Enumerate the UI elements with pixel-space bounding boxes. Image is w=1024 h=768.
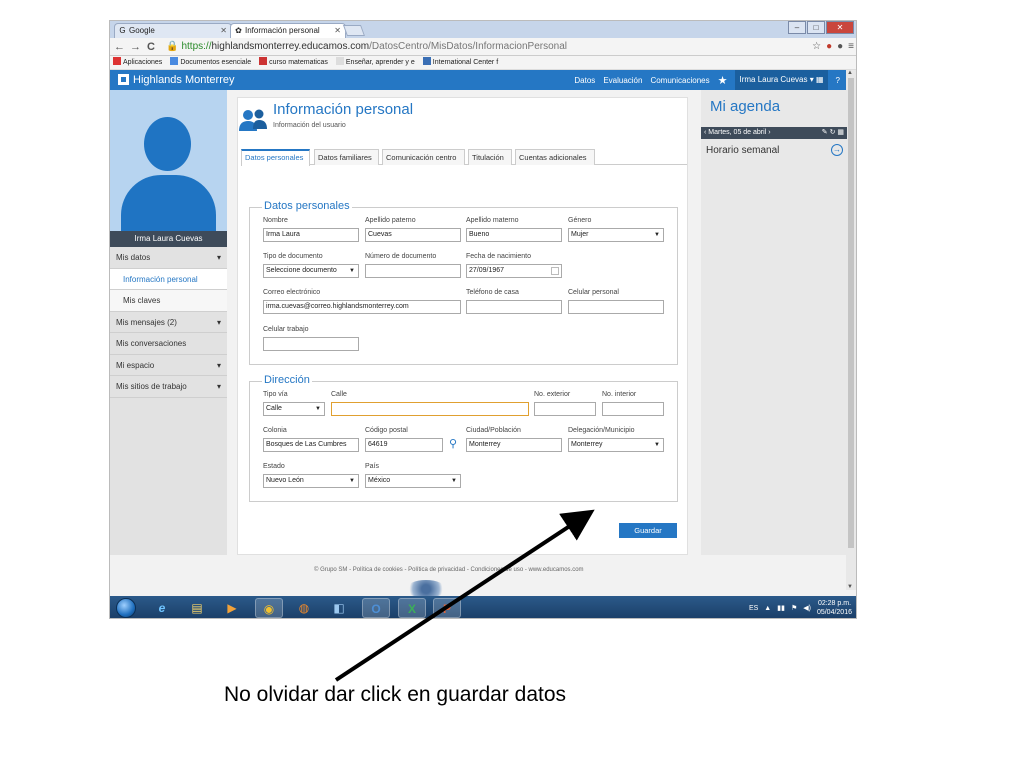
- arrow-line: [334, 509, 595, 682]
- annotation-caption: No olvidar dar click en guardar datos: [224, 683, 567, 706]
- annotation-arrow: [334, 509, 595, 682]
- slide: G Google ✕ ✿ Información personal ✕ – □ …: [0, 0, 1024, 768]
